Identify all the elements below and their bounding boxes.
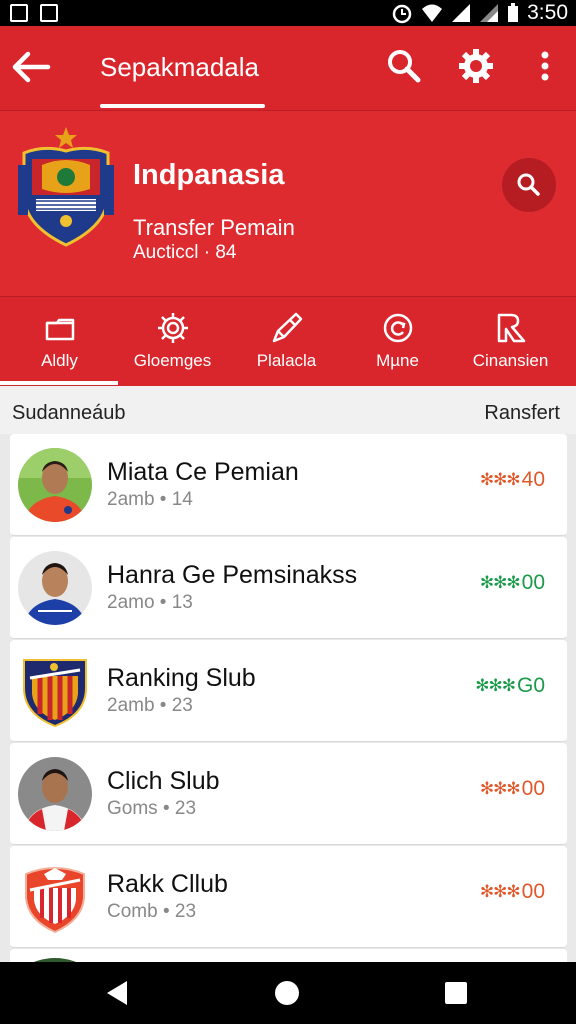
category-tabs: Aldly Gloemges Plalacla Mµne Cinansien bbox=[0, 296, 576, 386]
tab-gloemges[interactable]: Gloemges bbox=[115, 297, 230, 387]
team-subtitle: Transfer Pemain bbox=[133, 215, 295, 240]
item-value: 00 bbox=[521, 880, 545, 903]
tab-cinansien[interactable]: Cinansien bbox=[453, 297, 568, 387]
list-item[interactable]: Ranking Slub 2amb • 23 ✻✻✻ G0 bbox=[10, 640, 567, 742]
tab-mpane[interactable]: Mµne bbox=[340, 297, 455, 387]
list-item[interactable]: Miata Ce Pemian 2amb • 14 ✻✻✻ 40 bbox=[10, 434, 567, 536]
item-name: Clich Slub bbox=[107, 767, 220, 795]
back-triangle-icon[interactable] bbox=[103, 978, 133, 1008]
alarm-icon bbox=[392, 4, 412, 24]
signal-icon bbox=[452, 4, 471, 22]
pencil-icon bbox=[272, 312, 302, 343]
tab-label: Cinansien bbox=[472, 351, 549, 370]
app-title[interactable]: Sepakmadala bbox=[100, 52, 259, 83]
system-navigation-bar bbox=[0, 962, 576, 1024]
rating-stars-icon: ✻✻✻ bbox=[479, 779, 521, 798]
ruler-icon bbox=[497, 313, 525, 343]
item-name: Ranking Slub bbox=[107, 664, 256, 692]
item-rating: ✻✻✻ 00 bbox=[480, 571, 545, 595]
list-item[interactable]: Hanra Ge Pemsinakss 2amo • 13 ✻✻✻ 00 bbox=[10, 537, 567, 639]
status-bar: 3:50 bbox=[0, 0, 576, 26]
home-circle-icon[interactable] bbox=[272, 978, 302, 1008]
list-item[interactable]: Rakk Cllub Comb • 23 ✻✻✻ 00 bbox=[10, 846, 567, 948]
item-rating: ✻✻✻ 00 bbox=[480, 880, 545, 904]
item-name: Miata Ce Pemian bbox=[107, 458, 299, 486]
tab-plalacla[interactable]: Plalacla bbox=[229, 297, 344, 387]
player-avatar bbox=[18, 757, 92, 831]
item-rating: ✻✻✻ G0 bbox=[475, 674, 545, 698]
rating-stars-icon: ✻✻✻ bbox=[479, 882, 521, 901]
item-rating: ✻✻✻ 40 bbox=[480, 468, 545, 492]
item-meta: Comb • 23 bbox=[107, 901, 197, 922]
item-meta: Goms • 23 bbox=[107, 798, 197, 819]
item-value: 00 bbox=[521, 777, 545, 800]
rating-stars-icon: ✻✻✻ bbox=[479, 470, 521, 489]
signal-icon bbox=[480, 4, 499, 22]
team-header: Indpanasia Transfer Pemain Aucticcl · 84 bbox=[0, 110, 576, 296]
recents-square-icon[interactable] bbox=[441, 978, 471, 1008]
item-value: 40 bbox=[521, 468, 545, 491]
item-value: 00 bbox=[521, 571, 545, 594]
list-header: Sudanneáub Ransfert bbox=[0, 386, 576, 434]
team-detail: Aucticcl · 84 bbox=[133, 242, 237, 263]
title-underline bbox=[100, 104, 265, 108]
notification-icon bbox=[10, 4, 28, 22]
notification-icons bbox=[10, 4, 58, 22]
list-item[interactable]: Clich Slub Goms • 23 ✻✻✻ 00 bbox=[10, 743, 567, 845]
tab-label: Plalacla bbox=[256, 351, 317, 370]
item-meta: 2amb • 23 bbox=[107, 695, 193, 716]
list-header-right[interactable]: Ransfert bbox=[484, 402, 560, 425]
battery-icon bbox=[508, 3, 519, 22]
system-icons: 3:50 bbox=[391, 1, 568, 25]
item-rating: ✻✻✻ 00 bbox=[480, 777, 545, 801]
app-bar: Sepakmadala bbox=[0, 26, 576, 110]
gear-icon bbox=[157, 313, 188, 343]
club-crest bbox=[23, 659, 87, 728]
tab-label: Gloemges bbox=[133, 351, 212, 370]
rating-stars-icon: ✻✻✻ bbox=[475, 676, 516, 695]
notification-icon bbox=[40, 4, 58, 22]
item-name: Rakk Cllub bbox=[107, 870, 228, 898]
club-crest bbox=[25, 867, 85, 934]
list-header-left: Sudanneáub bbox=[12, 402, 126, 424]
more-options-icon[interactable] bbox=[530, 46, 560, 86]
tab-indicator bbox=[0, 381, 118, 385]
transfer-list: Miata Ce Pemian 2amb • 14 ✻✻✻ 40 Hanra G… bbox=[10, 434, 567, 969]
player-avatar bbox=[18, 448, 92, 522]
search-icon[interactable] bbox=[384, 46, 424, 86]
item-meta: 2amo • 13 bbox=[107, 592, 193, 613]
wifi-icon bbox=[422, 4, 443, 22]
team-crest-logo bbox=[18, 127, 114, 247]
tab-label: Mµne bbox=[376, 351, 419, 370]
item-meta: 2amb • 14 bbox=[107, 489, 193, 510]
back-arrow-icon[interactable] bbox=[10, 46, 52, 88]
rating-stars-icon: ✻✻✻ bbox=[479, 573, 521, 592]
tab-aldly[interactable]: Aldly bbox=[2, 297, 117, 387]
player-avatar bbox=[18, 551, 92, 625]
clock: 3:50 bbox=[527, 1, 568, 24]
search-icon bbox=[517, 173, 540, 196]
refresh-icon bbox=[383, 313, 412, 343]
tab-label: Aldly bbox=[41, 351, 78, 370]
folder-icon bbox=[45, 318, 74, 341]
item-name: Hanra Ge Pemsinakss bbox=[107, 561, 358, 589]
settings-gear-icon[interactable] bbox=[456, 46, 496, 86]
item-value: G0 bbox=[516, 674, 545, 697]
hero-search-button[interactable] bbox=[502, 158, 556, 212]
team-name: Indpanasia bbox=[133, 159, 285, 191]
